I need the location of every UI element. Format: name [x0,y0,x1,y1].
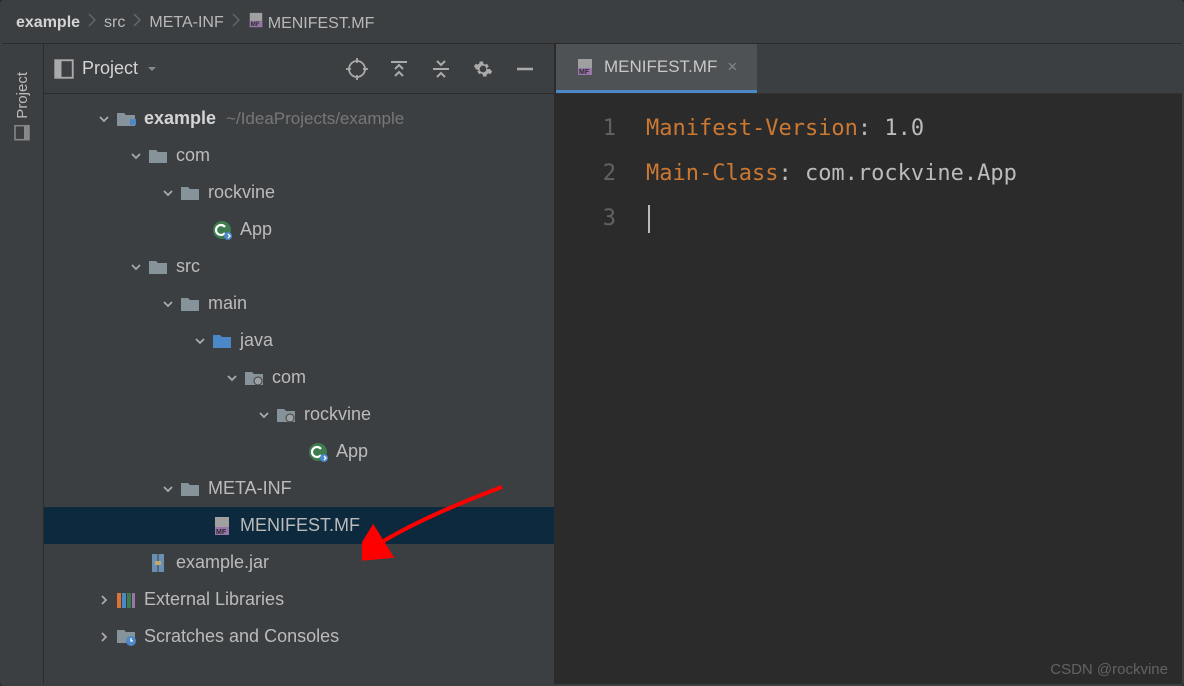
tool-window-stripe: Project [2,44,44,684]
tree-node-label: com [176,145,210,166]
tree-node[interactable]: rockvine [44,174,554,211]
tree-node-label: Scratches and Consoles [144,626,339,647]
tree-node-label: rockvine [208,182,275,203]
editor-tabs: MF MENIFEST.MF × [556,44,1182,94]
folder-src-icon [210,333,234,349]
tree-toggle[interactable] [94,594,114,606]
tree-node-label: com [272,367,306,388]
tree-toggle[interactable] [158,187,178,199]
tree-node[interactable]: META-INF [44,470,554,507]
tree-node-label: rockvine [304,404,371,425]
class-icon [306,442,330,462]
project-view-selector[interactable]: Project [54,58,336,79]
folder-icon [146,259,170,275]
hide-icon[interactable] [514,58,536,80]
tree-node[interactable]: main [44,285,554,322]
tree-node-label: java [240,330,273,351]
breadcrumb-item[interactable]: META-INF [149,14,223,32]
package-icon [274,407,298,423]
tree-node[interactable]: example.jar [44,544,554,581]
tree-node[interactable]: External Libraries [44,581,554,618]
folder-icon [178,481,202,497]
tree-node-label: main [208,293,247,314]
tree-node[interactable]: com [44,359,554,396]
tree-toggle[interactable] [126,261,146,273]
class-icon [210,220,234,240]
tree-node[interactable]: src [44,248,554,285]
tab-menifest[interactable]: MF MENIFEST.MF × [556,44,757,93]
breadcrumb-item[interactable]: MFMENIFEST.MF [248,12,375,33]
project-tool-tab[interactable]: Project [8,64,37,149]
tree-node-label: MENIFEST.MF [240,515,360,536]
tree-toggle[interactable] [222,372,242,384]
tree-node[interactable]: rockvine [44,396,554,433]
svg-text:MF: MF [216,529,227,536]
tree-node[interactable]: java [44,322,554,359]
tree-node[interactable]: Scratches and Consoles [44,618,554,655]
gear-icon[interactable] [472,58,494,80]
tree-node-label: example.jar [176,552,269,573]
tree-node-hint: ~/IdeaProjects/example [226,109,404,129]
svg-text:MF: MF [250,21,259,28]
gutter: 1 2 3 [556,106,646,684]
breadcrumb-item[interactable]: src [104,14,125,32]
mf-icon: MF [210,516,234,536]
tree-node-label: External Libraries [144,589,284,610]
sidebar-header: Project [44,44,554,94]
project-sidebar: Project example ~/IdeaProjects/example com… [44,44,556,684]
expand-all-icon[interactable] [388,58,410,80]
tree-node[interactable]: App [44,211,554,248]
module-icon [114,111,138,127]
editor-area: MF MENIFEST.MF × 1 2 3 Manifest-Version:… [556,44,1182,684]
scratch-icon [114,628,138,646]
folder-icon [146,148,170,164]
code-editor[interactable]: 1 2 3 Manifest-Version: 1.0 Main-Class: … [556,94,1182,684]
tree-node-label: META-INF [208,478,292,499]
jar-icon [146,553,170,573]
chevron-down-icon [146,63,158,75]
breadcrumb: example src META-INF MFMENIFEST.MF [2,2,1182,44]
tree-toggle[interactable] [190,335,210,347]
tree-toggle[interactable] [94,113,114,125]
tree-node[interactable]: MF MENIFEST.MF [44,507,554,544]
folder-icon [178,296,202,312]
tree-node-label: example [144,108,216,129]
tree-toggle[interactable] [94,631,114,643]
tree-node[interactable]: com [44,137,554,174]
tree-node-label: src [176,256,200,277]
folder-icon [178,185,202,201]
tree-node-label: App [240,219,272,240]
breadcrumb-item[interactable]: example [16,14,80,32]
tree-toggle[interactable] [158,298,178,310]
tree-node-label: App [336,441,368,462]
tree-toggle[interactable] [126,150,146,162]
tree-node[interactable]: App [44,433,554,470]
close-icon[interactable]: × [727,57,737,77]
package-icon [242,370,266,386]
tree-toggle[interactable] [158,483,178,495]
tree-toggle[interactable] [254,409,274,421]
collapse-all-icon[interactable] [430,58,452,80]
locate-icon[interactable] [346,58,368,80]
svg-text:MF: MF [579,69,590,76]
watermark: CSDN @rockvine [1050,661,1168,678]
tree-node[interactable]: example ~/IdeaProjects/example [44,100,554,137]
lib-icon [114,591,138,609]
project-tree[interactable]: example ~/IdeaProjects/example com rockvine… [44,94,554,684]
